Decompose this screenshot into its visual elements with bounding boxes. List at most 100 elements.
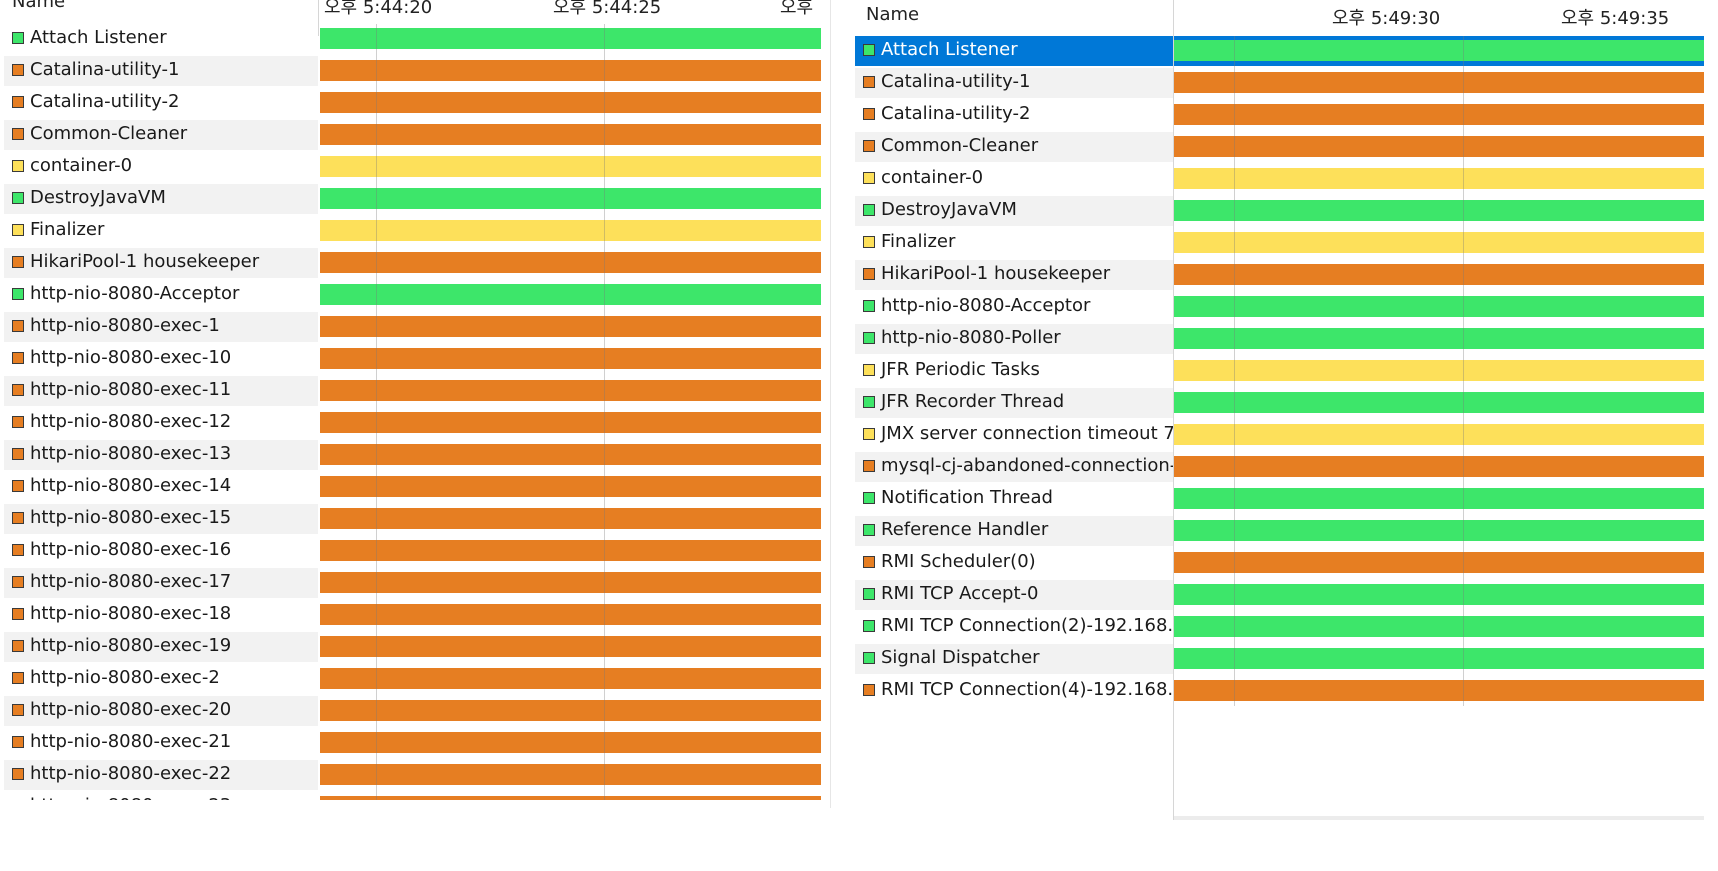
thread-state-bar[interactable]: [1174, 648, 1704, 669]
thread-state-bar[interactable]: [1174, 232, 1704, 253]
thread-state-bar[interactable]: [320, 476, 821, 497]
thread-state-bar[interactable]: [320, 508, 821, 529]
thread-state-bar[interactable]: [1174, 360, 1704, 381]
thread-row[interactable]: RMI TCP Connection(2)-192.168.25: [855, 612, 1173, 642]
thread-row[interactable]: http-nio-8080-exec-18: [4, 600, 318, 630]
thread-state-bar[interactable]: [1174, 584, 1704, 605]
thread-state-bar[interactable]: [320, 316, 821, 337]
thread-row[interactable]: RMI TCP Connection(4)-192.168.25: [855, 676, 1173, 706]
thread-state-bar[interactable]: [1174, 520, 1704, 541]
time-gridline: [1234, 36, 1235, 706]
name-column-header[interactable]: Name: [12, 0, 65, 12]
thread-state-bar[interactable]: [320, 252, 821, 273]
horizontal-scrollbar[interactable]: [1174, 816, 1704, 820]
thread-state-bar[interactable]: [320, 604, 821, 625]
thread-row[interactable]: http-nio-8080-Acceptor: [4, 280, 318, 310]
thread-row[interactable]: Signal Dispatcher: [855, 644, 1173, 674]
thread-state-bar[interactable]: [1174, 328, 1704, 349]
thread-state-bar[interactable]: [320, 636, 821, 657]
thread-row[interactable]: http-nio-8080-exec-22: [4, 760, 318, 790]
thread-state-bar[interactable]: [1174, 136, 1704, 157]
thread-row[interactable]: Reference Handler: [855, 516, 1173, 546]
thread-row[interactable]: http-nio-8080-Acceptor: [855, 292, 1173, 322]
thread-row[interactable]: http-nio-8080-exec-14: [4, 472, 318, 502]
thread-row[interactable]: http-nio-8080-exec-17: [4, 568, 318, 598]
thread-row[interactable]: http-nio-8080-Poller: [855, 324, 1173, 354]
thread-state-bar[interactable]: [320, 28, 821, 49]
thread-row[interactable]: HikariPool-1 housekeeper: [4, 248, 318, 278]
thread-state-bar[interactable]: [320, 92, 821, 113]
thread-state-bar[interactable]: [1174, 616, 1704, 637]
thread-state-bar[interactable]: [1174, 552, 1704, 573]
thread-row[interactable]: JFR Periodic Tasks: [855, 356, 1173, 386]
thread-state-bar[interactable]: [320, 796, 821, 800]
thread-row[interactable]: DestroyJavaVM: [4, 184, 318, 214]
thread-state-bar[interactable]: [320, 732, 821, 753]
thread-row[interactable]: http-nio-8080-exec-12: [4, 408, 318, 438]
thread-row[interactable]: Common-Cleaner: [4, 120, 318, 150]
thread-row[interactable]: Catalina-utility-2: [4, 88, 318, 118]
thread-row[interactable]: DestroyJavaVM: [855, 196, 1173, 226]
thread-state-bar[interactable]: [320, 156, 821, 177]
thread-state-bar[interactable]: [320, 348, 821, 369]
thread-row[interactable]: http-nio-8080-exec-1: [4, 312, 318, 342]
thread-row[interactable]: http-nio-8080-exec-16: [4, 536, 318, 566]
thread-state-bar[interactable]: [320, 444, 821, 465]
thread-row[interactable]: container-0: [855, 164, 1173, 194]
thread-row[interactable]: Notification Thread: [855, 484, 1173, 514]
column-separator[interactable]: [1173, 0, 1174, 36]
thread-row[interactable]: http-nio-8080-exec-20: [4, 696, 318, 726]
thread-row[interactable]: http-nio-8080-exec-13: [4, 440, 318, 470]
thread-state-bar[interactable]: [320, 700, 821, 721]
thread-row[interactable]: http-nio-8080-exec-21: [4, 728, 318, 758]
thread-state-bar[interactable]: [1174, 680, 1704, 701]
thread-row[interactable]: mysql-cj-abandoned-connection-cl: [855, 452, 1173, 482]
thread-state-bar[interactable]: [320, 124, 821, 145]
thread-state-bar[interactable]: [320, 540, 821, 561]
thread-row[interactable]: Catalina-utility-1: [4, 56, 318, 86]
thread-row[interactable]: Finalizer: [4, 216, 318, 246]
thread-state-bar[interactable]: [1174, 168, 1704, 189]
thread-name: http-nio-8080-exec-1: [30, 315, 220, 336]
thread-row[interactable]: http-nio-8080-exec-11: [4, 376, 318, 406]
thread-row[interactable]: Attach Listener: [4, 24, 318, 54]
thread-row[interactable]: Common-Cleaner: [855, 132, 1173, 162]
thread-row[interactable]: JMX server connection timeout 75: [855, 420, 1173, 450]
thread-state-bar[interactable]: [320, 188, 821, 209]
thread-state-bar[interactable]: [1174, 424, 1704, 445]
thread-row[interactable]: HikariPool-1 housekeeper: [855, 260, 1173, 290]
thread-row[interactable]: Catalina-utility-1: [855, 68, 1173, 98]
thread-state-bar[interactable]: [1174, 104, 1704, 125]
thread-state-bar[interactable]: [320, 284, 821, 305]
thread-row[interactable]: Attach Listener: [855, 36, 1173, 66]
thread-state-bar[interactable]: [320, 412, 821, 433]
thread-state-bar[interactable]: [320, 60, 821, 81]
thread-state-bar[interactable]: [320, 668, 821, 689]
thread-state-bar[interactable]: [1174, 264, 1704, 285]
thread-state-bar[interactable]: [1174, 200, 1704, 221]
name-column-header[interactable]: Name: [866, 4, 919, 25]
thread-state-bar[interactable]: [1174, 456, 1704, 477]
thread-row[interactable]: http-nio-8080-exec-23: [4, 792, 318, 800]
thread-row[interactable]: Finalizer: [855, 228, 1173, 258]
thread-row[interactable]: http-nio-8080-exec-10: [4, 344, 318, 374]
thread-row[interactable]: http-nio-8080-exec-15: [4, 504, 318, 534]
thread-row[interactable]: JFR Recorder Thread: [855, 388, 1173, 418]
thread-state-bar[interactable]: [1174, 40, 1704, 61]
column-separator[interactable]: [318, 0, 319, 36]
thread-state-bar[interactable]: [1174, 488, 1704, 509]
thread-row[interactable]: Catalina-utility-2: [855, 100, 1173, 130]
thread-state-bar[interactable]: [1174, 392, 1704, 413]
thread-state-swatch: [863, 300, 875, 312]
thread-state-bar[interactable]: [320, 572, 821, 593]
thread-state-bar[interactable]: [1174, 72, 1704, 93]
thread-row[interactable]: http-nio-8080-exec-2: [4, 664, 318, 694]
thread-row[interactable]: http-nio-8080-exec-19: [4, 632, 318, 662]
thread-row[interactable]: RMI TCP Accept-0: [855, 580, 1173, 610]
thread-row[interactable]: RMI Scheduler(0): [855, 548, 1173, 578]
thread-state-bar[interactable]: [1174, 296, 1704, 317]
thread-state-bar[interactable]: [320, 380, 821, 401]
thread-row[interactable]: container-0: [4, 152, 318, 182]
thread-state-bar[interactable]: [320, 220, 821, 241]
thread-state-bar[interactable]: [320, 764, 821, 785]
